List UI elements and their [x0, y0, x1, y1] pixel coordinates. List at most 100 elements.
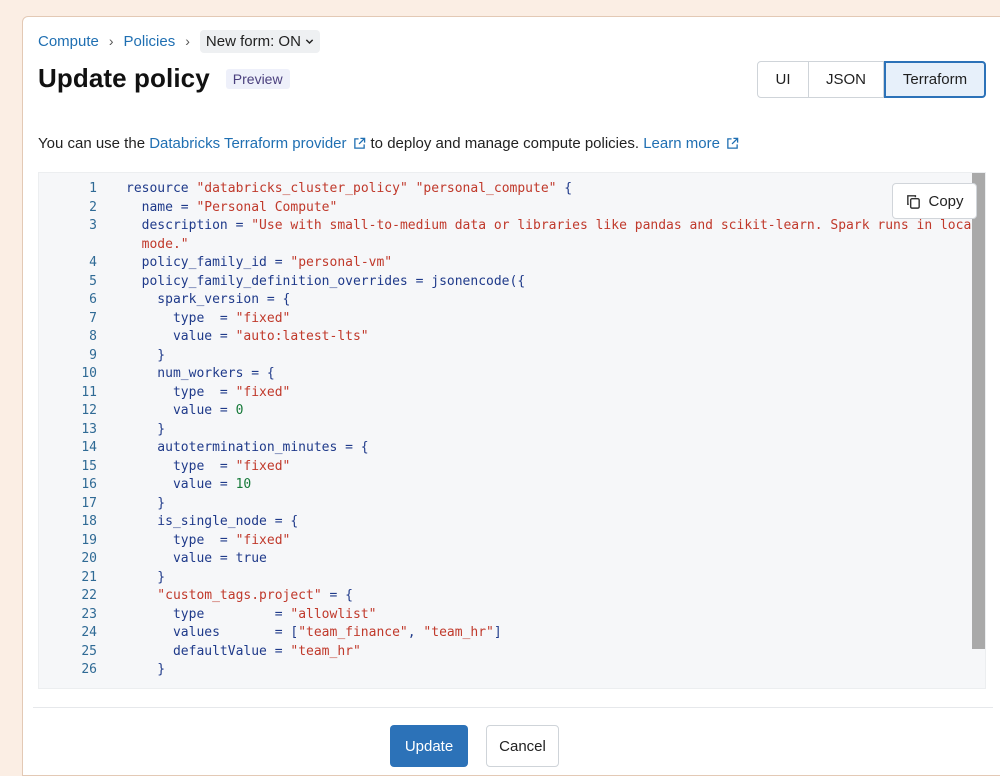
- page-title: Update policy: [38, 63, 210, 93]
- code-line: 17 }: [39, 495, 969, 514]
- footer-divider: [33, 707, 993, 708]
- line-number: 16: [81, 477, 97, 492]
- code-line: 5 policy_family_definition_overrides = j…: [39, 273, 969, 292]
- code-text: }: [126, 347, 166, 363]
- line-number: 2: [89, 199, 97, 215]
- code-line: 8 value = "auto:latest-lts": [39, 328, 969, 347]
- view-mode-switch: UI JSON Terraform: [757, 61, 986, 98]
- code-text: type = "fixed": [126, 310, 291, 326]
- code-line: 7 type = "fixed": [39, 310, 969, 329]
- code-text: value = 10: [126, 477, 252, 492]
- breadcrumb-compute[interactable]: Compute: [38, 33, 99, 50]
- code-text: type = "fixed": [126, 384, 291, 400]
- code-text: }: [126, 495, 166, 511]
- line-number: 11: [81, 384, 97, 400]
- code-text: resource "databricks_cluster_policy" "pe…: [126, 181, 573, 196]
- line-number: 10: [81, 366, 97, 381]
- code-text: defaultValue = "team_hr": [126, 643, 361, 659]
- line-number: 5: [89, 273, 97, 289]
- description-text-middle: to deploy and manage compute policies.: [370, 135, 640, 152]
- learn-more-link[interactable]: Learn more: [643, 135, 720, 152]
- copy-button[interactable]: Copy: [892, 183, 977, 219]
- code-line: 1 resource "databricks_cluster_policy" "p…: [39, 180, 969, 199]
- code-line: 10 num_workers = {: [39, 365, 969, 384]
- code-text: autotermination_minutes = {: [126, 440, 369, 455]
- code-text: }: [126, 662, 166, 677]
- copy-label: Copy: [928, 192, 964, 210]
- code-line: mode.": [39, 236, 969, 255]
- code-text: is_single_node = {: [126, 514, 299, 529]
- scrollbar[interactable]: [972, 173, 985, 649]
- code-line: 21 }: [39, 569, 969, 588]
- tab-terraform[interactable]: Terraform: [884, 61, 986, 98]
- line-number: 21: [81, 569, 97, 585]
- description-text-start: You can use the: [38, 135, 146, 152]
- cancel-button[interactable]: Cancel: [486, 725, 559, 767]
- code-line: 4 policy_family_id = "personal-vm": [39, 254, 969, 273]
- code-text: type = "fixed": [126, 458, 291, 474]
- line-number: 24: [81, 625, 97, 640]
- code-line: 6 spark_version = {: [39, 291, 969, 310]
- line-number: 12: [81, 403, 97, 418]
- copy-icon: [907, 194, 921, 209]
- code-text: mode.": [126, 236, 189, 252]
- code-line: 14 autotermination_minutes = {: [39, 439, 969, 458]
- update-button[interactable]: Update: [390, 725, 468, 767]
- code-line: 13 }: [39, 421, 969, 440]
- line-number: 17: [81, 495, 97, 511]
- line-number: 1: [89, 181, 97, 196]
- line-number: 15: [81, 458, 97, 474]
- terraform-provider-link[interactable]: Databricks Terraform provider: [149, 135, 346, 152]
- description: You can use the Databricks Terraform pro…: [38, 135, 744, 152]
- code-line: 18 is_single_node = {: [39, 513, 969, 532]
- code-line: 12 value = 0: [39, 402, 969, 421]
- tab-json[interactable]: JSON: [809, 61, 884, 98]
- code-text: values = ["team_finance", "team_hr"]: [126, 625, 502, 640]
- new-form-label: New form: ON: [205, 32, 301, 50]
- external-link-icon: [353, 137, 365, 149]
- line-number: 19: [81, 532, 97, 548]
- code-line: 16 value = 10: [39, 476, 969, 495]
- code-line: 15 type = "fixed": [39, 458, 969, 477]
- line-number: 18: [81, 514, 97, 529]
- code-text: spark_version = {: [126, 292, 291, 307]
- code-text: value = 0: [126, 403, 244, 418]
- code-text: }: [126, 421, 166, 437]
- chevron-right-icon: ›: [108, 33, 114, 49]
- chevron-right-icon: ›: [185, 33, 190, 49]
- policy-panel: Compute › Policies › New form: ON Update…: [22, 16, 1000, 776]
- code-text: policy_family_id = "personal-vm": [126, 255, 393, 270]
- code-text: type = "allowlist": [126, 606, 377, 622]
- code-text: description = "Use with small-to-medium …: [126, 218, 980, 233]
- line-number: [39, 236, 97, 255]
- preview-badge: Preview: [225, 68, 290, 89]
- chevron-down-icon: [305, 38, 314, 44]
- code-text: "custom_tags.project" = {: [126, 588, 353, 603]
- breadcrumb-policies[interactable]: Policies: [124, 33, 176, 50]
- code-line: 26 }: [39, 661, 969, 680]
- code-lines: 1 resource "databricks_cluster_policy" "p…: [39, 180, 979, 680]
- terraform-code-editor[interactable]: 1 resource "databricks_cluster_policy" "p…: [38, 172, 986, 689]
- line-number: 22: [81, 588, 97, 603]
- line-number: 25: [81, 643, 97, 659]
- code-line: 2 name = "Personal Compute": [39, 199, 969, 218]
- line-number: 20: [81, 551, 97, 566]
- code-line: 23 type = "allowlist": [39, 606, 969, 625]
- new-form-toggle[interactable]: New form: ON: [199, 29, 320, 53]
- code-line: 25 defaultValue = "team_hr": [39, 643, 969, 662]
- code-line: 3 description = "Use with small-to-mediu…: [39, 217, 979, 236]
- code-line: 11 type = "fixed": [39, 384, 969, 403]
- code-text: policy_family_definition_overrides = jso…: [126, 273, 526, 289]
- line-number: 7: [89, 310, 97, 326]
- code-line: 24 values = ["team_finance", "team_hr"]: [39, 624, 969, 643]
- line-number: 26: [81, 662, 97, 677]
- title-row: Update policy Preview: [38, 63, 290, 94]
- line-number: 3: [89, 218, 97, 233]
- code-line: 22 "custom_tags.project" = {: [39, 587, 969, 606]
- tab-ui[interactable]: UI: [757, 61, 809, 98]
- line-number: 23: [81, 606, 97, 622]
- code-line: 20 value = true: [39, 550, 969, 569]
- line-number: 14: [81, 440, 97, 455]
- code-text: value = true: [126, 551, 267, 566]
- line-number: 6: [89, 292, 97, 307]
